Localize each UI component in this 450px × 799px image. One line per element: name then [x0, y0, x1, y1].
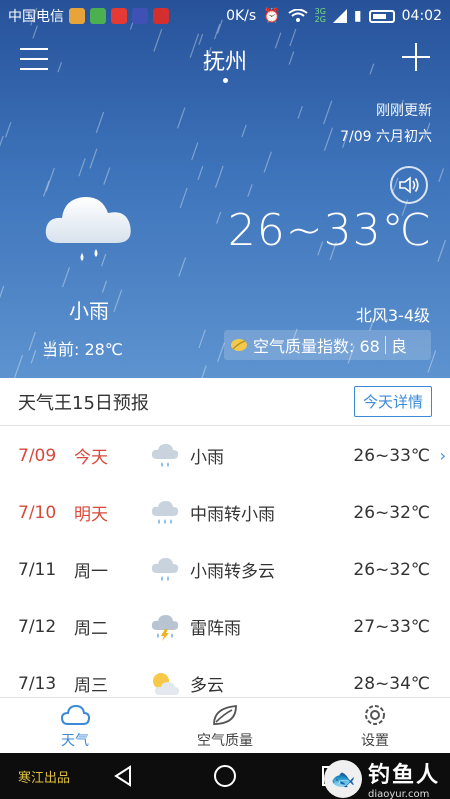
home-icon[interactable] — [213, 764, 237, 788]
watermark-text: 钓鱼人 — [367, 763, 440, 788]
divider — [384, 336, 386, 354]
date-lunar: 7/09 六月初六 — [340, 129, 432, 145]
notification-app-icon — [132, 8, 148, 24]
forecast-day: 周二 — [74, 619, 108, 639]
sim-icon: ▮ — [353, 8, 362, 24]
weather-hero: 中国电信 0K/s ⏰ 3G 2G ▮ 04:02 抚州 刚刚更新 7/09 六… — [0, 0, 450, 378]
watermark-url: diaoyur.com — [367, 789, 430, 799]
current-temperature: 当前: 28℃ — [42, 340, 123, 359]
forecast-header: 天气王15日预报 今天详情 — [0, 378, 450, 426]
forecast-row[interactable]: 7/12 周二 雷阵雨 27~33℃ — [0, 598, 450, 655]
carrier-label: 中国电信 — [8, 9, 64, 25]
watermark: 🐟 钓鱼人 diaoyur.com — [323, 757, 440, 799]
wifi-icon — [288, 9, 308, 22]
leaf-icon — [213, 704, 237, 725]
voice-broadcast-button[interactable] — [390, 166, 428, 204]
net-speed: 0K/s — [226, 8, 257, 24]
tab-air-quality[interactable]: 空气质量 — [150, 698, 300, 753]
status-bar: 中国电信 0K/s ⏰ 3G 2G ▮ 04:02 — [0, 0, 450, 32]
partly-cloudy-icon — [153, 673, 179, 695]
rain-cloud-icon — [45, 196, 131, 261]
clock: 04:02 — [401, 8, 442, 24]
forecast-temp: 26~32℃ — [353, 559, 430, 580]
forecast-day: 今天 — [74, 448, 108, 468]
forecast-temp: 28~34℃ — [353, 673, 430, 694]
tab-weather-label: 天气 — [61, 732, 89, 749]
aqi-label: 空气质量指数: 68 — [253, 337, 380, 356]
fish-logo-icon: 🐟 — [323, 759, 362, 798]
signal-icon — [332, 9, 347, 23]
city-title[interactable]: 抚州 — [0, 44, 450, 76]
back-icon[interactable] — [112, 764, 136, 788]
forecast-date: 7/12 — [18, 616, 57, 637]
tab-settings-label: 设置 — [361, 732, 389, 749]
forecast-condition: 中雨转小雨 — [190, 505, 275, 525]
forecast-condition: 小雨 — [190, 448, 224, 468]
notification-app-icon — [153, 8, 169, 24]
notification-app-icon — [69, 8, 85, 24]
air-quality-badge[interactable]: 空气质量指数: 68 良 — [224, 330, 431, 360]
aqi-level: 良 — [390, 337, 407, 356]
battery-icon — [368, 9, 395, 23]
bottom-tab-bar: 天气 空气质量 设置 — [0, 697, 450, 753]
chevron-right-icon: › — [439, 446, 446, 465]
forecast-day: 周三 — [74, 676, 108, 696]
page-indicator — [223, 78, 228, 83]
light-rain-icon — [151, 558, 179, 581]
brand-label: 寒江出品 — [18, 771, 71, 786]
speaker-icon — [399, 176, 419, 194]
alarm-icon: ⏰ — [263, 8, 281, 24]
light-rain-icon — [151, 444, 179, 467]
forecast-date: 7/11 — [18, 559, 57, 580]
forecast-date: 7/13 — [18, 673, 57, 694]
forecast-day: 明天 — [74, 505, 108, 525]
forecast-row[interactable]: 7/09 今天 小雨 26~33℃ › — [0, 427, 450, 484]
forecast-day: 周一 — [74, 562, 108, 582]
forecast-row[interactable]: 7/11 周一 小雨转多云 26~32℃ — [0, 541, 450, 598]
leaf-icon — [231, 339, 247, 351]
system-nav-bar: 寒江出品 🐟 钓鱼人 diaoyur.com — [0, 753, 450, 799]
forecast-temp: 26~33℃ — [353, 445, 430, 466]
tab-settings[interactable]: 设置 — [300, 698, 450, 753]
wind-label: 北风3-4级 — [355, 306, 430, 325]
forecast-date: 7/10 — [18, 502, 57, 523]
notification-app-icon — [90, 8, 106, 24]
forecast-condition: 多云 — [190, 676, 224, 696]
forecast-list: 7/09 今天 小雨 26~33℃ › 7/10 明天 中雨转小雨 26~32℃… — [0, 427, 450, 712]
tab-weather[interactable]: 天气 — [0, 698, 150, 753]
forecast-date: 7/09 — [18, 445, 57, 466]
moderate-rain-icon — [151, 501, 179, 524]
notification-app-icon — [111, 8, 127, 24]
condition-label: 小雨 — [69, 299, 109, 323]
forecast-condition: 小雨转多云 — [190, 562, 275, 582]
network-type: 3G 2G — [314, 7, 326, 24]
forecast-temp: 27~33℃ — [353, 616, 430, 637]
today-detail-button[interactable]: 今天详情 — [353, 386, 432, 417]
add-city-button[interactable] — [402, 43, 430, 71]
cloud-icon — [60, 704, 90, 725]
forecast-condition: 雷阵雨 — [190, 619, 241, 639]
forecast-title: 天气王15日预报 — [18, 392, 149, 414]
forecast-temp: 26~32℃ — [353, 502, 430, 523]
thunderstorm-icon — [151, 615, 179, 641]
forecast-row[interactable]: 7/10 明天 中雨转小雨 26~32℃ — [0, 484, 450, 541]
updated-label: 刚刚更新 — [376, 103, 432, 119]
temperature-range: 26~33℃ — [227, 205, 432, 256]
gear-icon — [365, 704, 385, 725]
tab-air-quality-label: 空气质量 — [197, 732, 253, 749]
